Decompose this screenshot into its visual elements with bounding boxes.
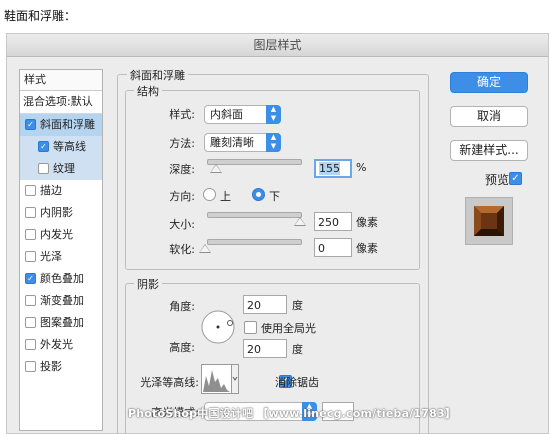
depth-input[interactable]: 155 (314, 159, 352, 178)
method-label: 方法: (169, 137, 195, 150)
outer-glow-checkbox[interactable] (25, 338, 36, 350)
structure-title: 结构 (134, 83, 162, 99)
new-style-button[interactable]: 新建样式... (450, 140, 528, 161)
inner-glow-checkbox[interactable] (25, 228, 36, 240)
style-preview-swatch (465, 197, 513, 245)
direction-down-radio[interactable] (252, 188, 265, 201)
style-item-inner-glow[interactable]: 内发光 (20, 224, 102, 246)
bevel-emboss-title: 斜面和浮雕 (127, 67, 188, 83)
depth-value: 155 (319, 162, 340, 175)
texture-checkbox[interactable] (38, 162, 49, 174)
soften-input[interactable]: 0 (314, 238, 352, 257)
altitude-label: 高度: (169, 341, 195, 354)
angle-input[interactable]: 20 (243, 295, 287, 314)
bevel-style-select[interactable]: 内斜面 ▲ ▼ (204, 105, 281, 124)
styles-list: 样式 混合选项:默认 ✓ 斜面和浮雕 ✓ 等高线 纹理 描边 内阴影 内发光 光泽 … (19, 69, 103, 431)
style-item-label: 内发光 (40, 228, 73, 241)
satin-checkbox[interactable] (25, 250, 36, 262)
ok-button[interactable]: 确定 (450, 72, 528, 93)
soften-slider-thumb[interactable] (199, 244, 211, 253)
soften-unit: 像素 (356, 242, 378, 255)
style-item-label: 内阴影 (40, 206, 73, 219)
soften-slider[interactable] (207, 239, 302, 245)
soften-label: 软化: (169, 243, 195, 256)
inner-shadow-checkbox[interactable] (25, 206, 36, 218)
style-item-label: 渐变叠加 (40, 294, 84, 307)
preview-checkbox[interactable]: ✓ (509, 171, 522, 185)
blending-options-item[interactable]: 混合选项:默认 (20, 91, 102, 114)
size-label: 大小: (169, 218, 195, 231)
bevel-checkbox[interactable]: ✓ (25, 118, 36, 130)
altitude-unit: 度 (292, 343, 303, 356)
style-item-drop-shadow[interactable]: 投影 (20, 356, 102, 378)
depth-slider-thumb[interactable] (210, 164, 222, 173)
style-item-label: 光泽 (40, 250, 62, 263)
direction-label: 方向: (169, 190, 195, 203)
preview-bevel-icon (474, 206, 504, 236)
gloss-contour-label: 光泽等高线: (140, 376, 199, 389)
direction-down-label[interactable]: 下 (269, 188, 280, 204)
angle-dial[interactable] (200, 309, 236, 345)
layer-style-dialog: 图层样式 样式 混合选项:默认 ✓ 斜面和浮雕 ✓ 等高线 纹理 描边 内阴影 内发… (6, 33, 549, 434)
style-item-satin[interactable]: 光泽 (20, 246, 102, 268)
pattern-overlay-checkbox[interactable] (25, 316, 36, 328)
style-item-pattern-overlay[interactable]: 图案叠加 (20, 312, 102, 334)
style-item-texture[interactable]: 纹理 (20, 158, 102, 180)
style-item-stroke[interactable]: 描边 (20, 180, 102, 202)
size-input[interactable]: 250 (314, 212, 352, 231)
styles-list-header[interactable]: 样式 (20, 70, 102, 91)
shading-title: 阴影 (134, 276, 162, 292)
cancel-button[interactable]: 取消 (450, 106, 528, 127)
style-item-color-overlay[interactable]: ✓ 颜色叠加 (20, 268, 102, 290)
color-overlay-checkbox[interactable]: ✓ (25, 272, 36, 284)
technique-select[interactable]: 雕刻清晰 ▲ ▼ (204, 133, 281, 152)
style-item-bevel-emboss[interactable]: ✓ 斜面和浮雕 (20, 114, 102, 136)
style-item-label: 等高线 (53, 140, 86, 153)
style-item-label: 颜色叠加 (40, 272, 84, 285)
angle-label: 角度: (169, 300, 195, 313)
bevel-style-value: 内斜面 (210, 108, 243, 121)
style-item-label: 斜面和浮雕 (40, 118, 95, 131)
technique-value: 雕刻清晰 (210, 136, 254, 149)
dialog-title: 图层样式 (7, 34, 548, 57)
direction-up-label[interactable]: 上 (220, 188, 231, 204)
size-unit: 像素 (356, 216, 378, 229)
style-label: 样式: (169, 108, 195, 121)
global-light-checkbox[interactable] (244, 320, 257, 334)
style-item-label: 外发光 (40, 338, 73, 351)
page-caption: 鞋面和浮雕： (4, 9, 77, 23)
style-item-outer-glow[interactable]: 外发光 (20, 334, 102, 356)
preview-label[interactable]: 预览 (485, 171, 509, 188)
size-slider[interactable] (207, 212, 302, 218)
style-item-label: 描边 (40, 184, 62, 197)
gradient-overlay-checkbox[interactable] (25, 294, 36, 306)
antialias-label[interactable]: 消除锯齿 (275, 374, 319, 390)
global-light-label[interactable]: 使用全局光 (261, 320, 316, 336)
stroke-checkbox[interactable] (25, 184, 36, 196)
drop-shadow-checkbox[interactable] (25, 360, 36, 372)
select-arrows-icon: ▲ ▼ (266, 133, 281, 152)
style-item-label: 投影 (40, 360, 62, 373)
select-arrows-icon: ▲ ▼ (266, 105, 281, 124)
size-slider-thumb[interactable] (294, 217, 306, 226)
style-item-label: 图案叠加 (40, 316, 84, 329)
gloss-contour-thumbnail[interactable] (201, 364, 239, 394)
style-item-inner-shadow[interactable]: 内阴影 (20, 202, 102, 224)
watermark-text: PhotoShop中国设计吧 【www.linecg.com/tieba/178… (128, 407, 457, 420)
style-item-gradient-overlay[interactable]: 渐变叠加 (20, 290, 102, 312)
direction-up-radio[interactable] (203, 188, 216, 201)
size-value: 250 (318, 216, 339, 229)
angle-value: 20 (247, 299, 261, 312)
contour-checkbox[interactable]: ✓ (38, 140, 49, 152)
depth-unit: % (356, 161, 367, 174)
angle-unit: 度 (292, 299, 303, 312)
altitude-input[interactable]: 20 (243, 339, 287, 358)
style-item-contour[interactable]: ✓ 等高线 (20, 136, 102, 158)
altitude-value: 20 (247, 343, 261, 356)
style-item-label: 纹理 (53, 162, 75, 175)
depth-label: 深度: (169, 163, 195, 176)
soften-value: 0 (318, 242, 325, 255)
